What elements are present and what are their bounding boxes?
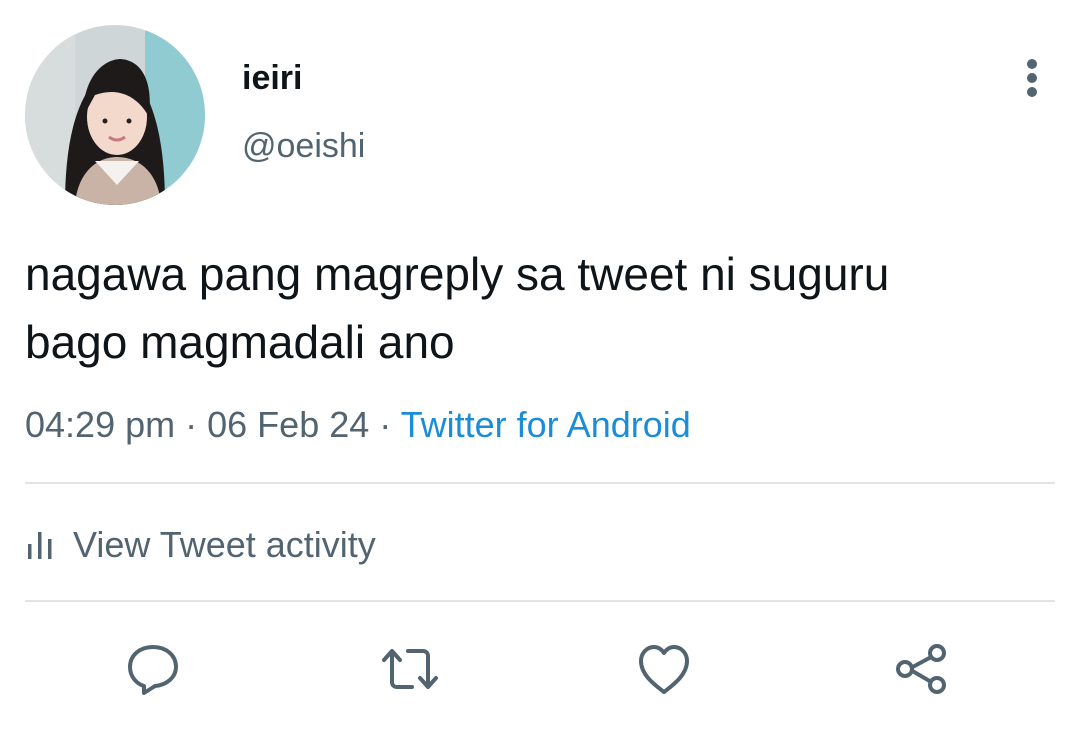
view-tweet-activity-button[interactable]: View Tweet activity bbox=[25, 520, 376, 570]
divider bbox=[25, 482, 1055, 484]
reply-icon bbox=[128, 645, 178, 695]
tweet-meta: 04:29 pm · 06 Feb 24 · Twitter for Andro… bbox=[25, 402, 691, 448]
share-icon bbox=[896, 644, 946, 694]
more-options-button[interactable] bbox=[1010, 54, 1054, 102]
tweet-text: nagawa pang magreply sa tweet ni suguru … bbox=[25, 240, 1065, 376]
like-button[interactable] bbox=[635, 640, 693, 698]
reply-button[interactable] bbox=[124, 640, 182, 698]
avatar[interactable] bbox=[25, 25, 205, 205]
retweet-button[interactable] bbox=[378, 640, 438, 698]
bar-chart-icon bbox=[28, 532, 52, 559]
tweet-text-line: nagawa pang magreply sa tweet ni suguru bbox=[25, 248, 890, 300]
more-vertical-icon bbox=[1027, 59, 1037, 97]
profile-photo bbox=[25, 25, 205, 205]
share-button[interactable] bbox=[892, 640, 950, 698]
tweet-date[interactable]: 06 Feb 24 bbox=[207, 404, 369, 445]
tweet-source-link[interactable]: Twitter for Android bbox=[401, 404, 691, 445]
heart-icon bbox=[639, 645, 689, 694]
author-display-name[interactable]: ieiri bbox=[242, 58, 302, 98]
tweet-text-line: bago magmadali ano bbox=[25, 316, 455, 368]
tweet-time[interactable]: 04:29 pm bbox=[25, 404, 175, 445]
author-handle[interactable]: @oeishi bbox=[242, 126, 365, 166]
retweet-icon bbox=[382, 649, 438, 689]
view-tweet-activity-label: View Tweet activity bbox=[73, 524, 376, 565]
meta-separator: · bbox=[379, 404, 392, 445]
meta-separator: · bbox=[185, 404, 198, 445]
divider bbox=[25, 600, 1055, 602]
